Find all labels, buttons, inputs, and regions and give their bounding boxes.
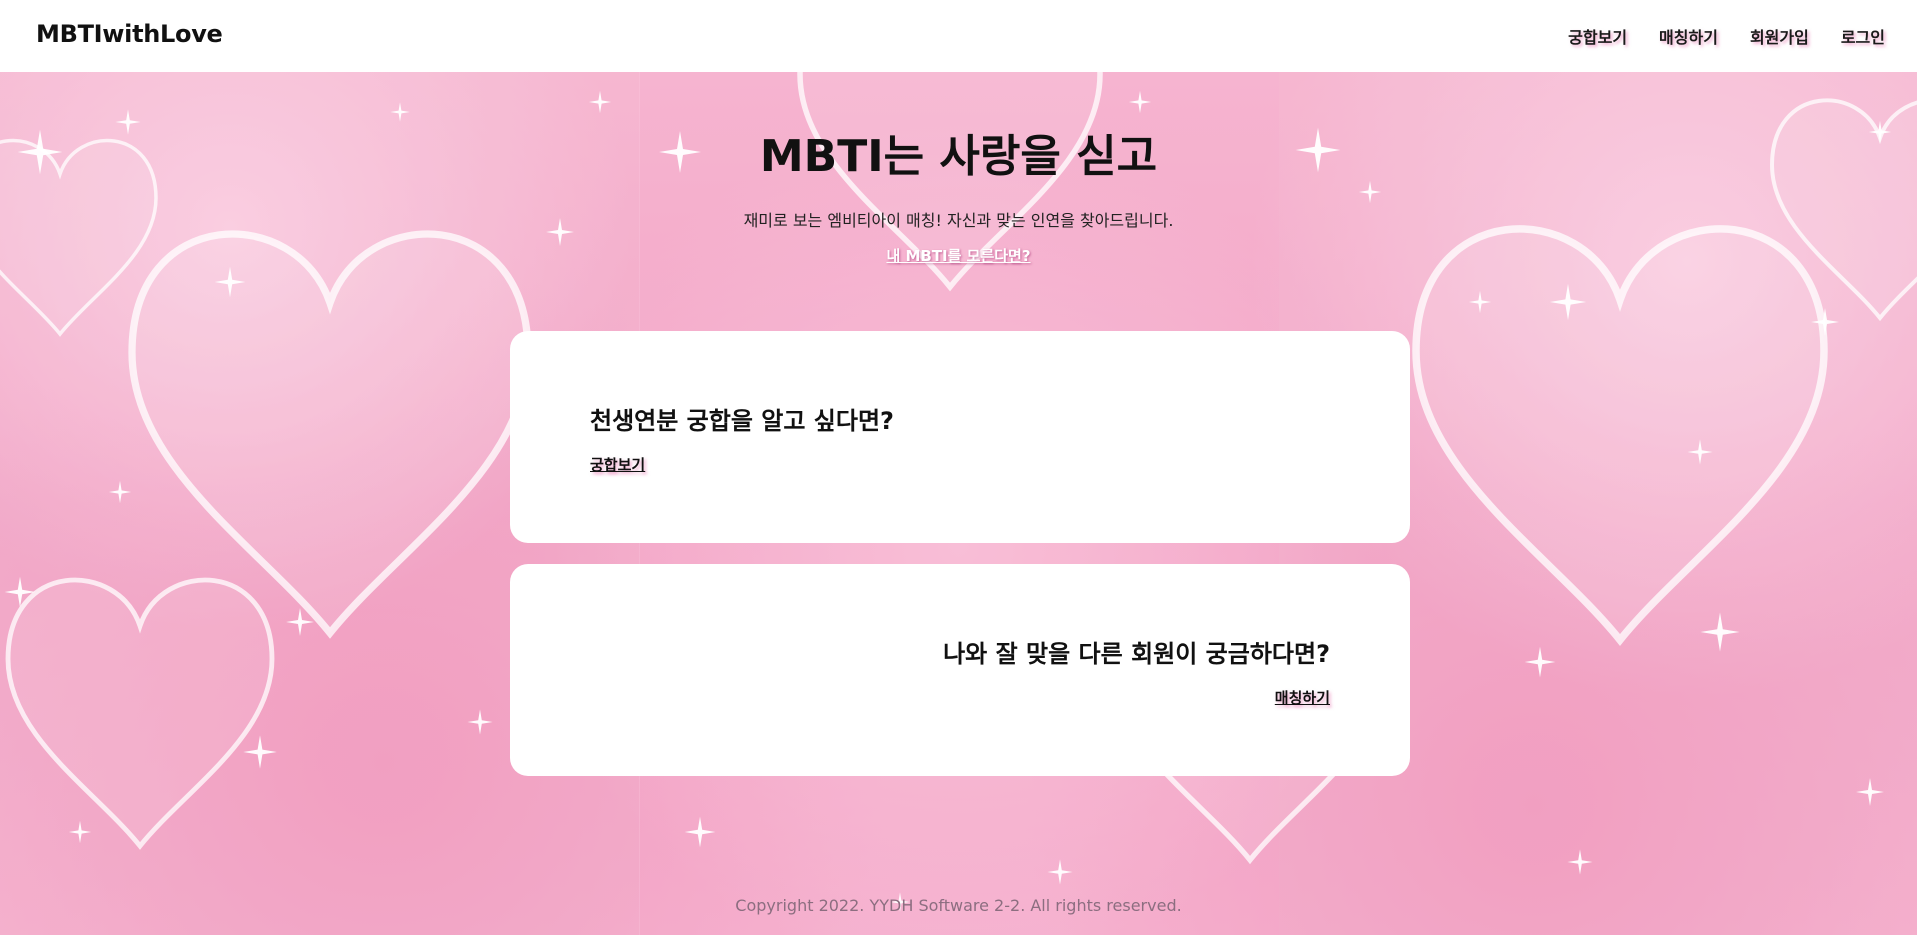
- hero-section: MBTI는 사랑을 싣고 재미로 보는 엠비티아이 매칭! 자신과 맞는 인연을…: [0, 72, 1917, 266]
- footer-copyright: Copyright 2022. YYDH Software 2-2. All r…: [735, 896, 1182, 915]
- compatibility-link[interactable]: 궁합보기: [590, 454, 645, 475]
- compatibility-card: 천생연분 궁합을 알고 싶다면? 궁합보기: [510, 331, 1410, 543]
- top-navbar: MBTIwithLove 궁합보기 매칭하기 회원가입 로그인: [0, 0, 1917, 72]
- hero-subtitle: 재미로 보는 엠비티아이 매칭! 자신과 맞는 인연을 찾아드립니다.: [743, 210, 1174, 230]
- matching-card: 나와 잘 맞을 다른 회원이 궁금하다면? 매칭하기: [510, 564, 1410, 776]
- nav-link-compatibility[interactable]: 궁합보기: [1568, 24, 1627, 48]
- site-logo[interactable]: MBTIwithLove: [36, 20, 223, 48]
- nav-link-matching[interactable]: 매칭하기: [1659, 24, 1718, 48]
- matching-card-title: 나와 잘 맞을 다른 회원이 궁금하다면?: [943, 640, 1330, 668]
- nav-link-login[interactable]: 로그인: [1841, 24, 1885, 48]
- nav-link-signup[interactable]: 회원가입: [1750, 24, 1809, 48]
- matching-link[interactable]: 매칭하기: [1275, 687, 1330, 708]
- nav-menu: 궁합보기 매칭하기 회원가입 로그인: [1568, 24, 1885, 48]
- unknown-mbti-link[interactable]: 내 MBTI를 모른다면?: [886, 245, 1030, 266]
- compatibility-card-title: 천생연분 궁합을 알고 싶다면?: [590, 407, 894, 435]
- hero-title: MBTI는 사랑을 싣고: [759, 131, 1158, 182]
